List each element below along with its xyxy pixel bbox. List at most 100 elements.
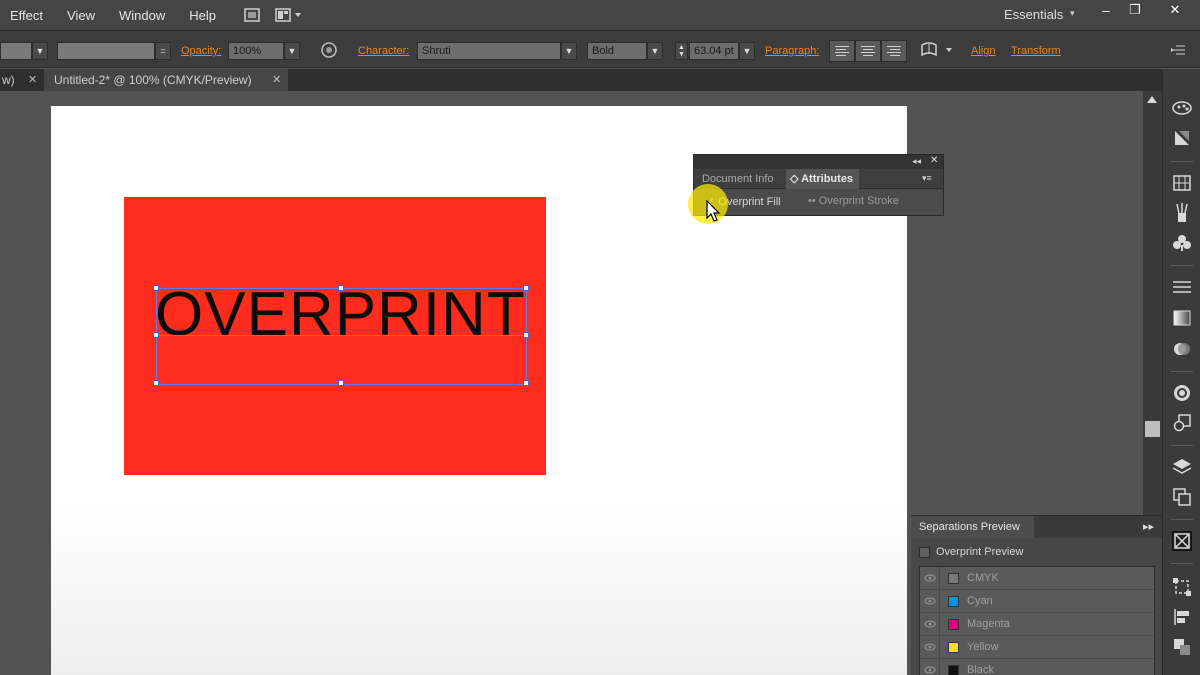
font-family-input[interactable]: Shruti: [417, 42, 561, 60]
collapse-panel-icon[interactable]: ▸▸: [1143, 520, 1154, 533]
document-tab-bar: w) ✕ Untitled-2* @ 100% (CMYK/Preview) ✕: [0, 69, 1162, 91]
opacity-label[interactable]: Opacity:: [181, 42, 221, 60]
gradient-icon[interactable]: [1172, 308, 1192, 328]
tab-attributes-label: Attributes: [801, 173, 854, 185]
color-guide-icon[interactable]: [1172, 97, 1192, 117]
menu-window[interactable]: Window: [119, 8, 165, 23]
resize-handle-w[interactable]: [153, 332, 159, 338]
tab-attributes[interactable]: ◇ Attributes: [786, 169, 860, 189]
style-dropdown[interactable]: =: [155, 42, 171, 60]
arrange-documents-icon[interactable]: [274, 6, 304, 24]
restore-button[interactable]: ❐: [1122, 2, 1148, 18]
symbols-icon[interactable]: [1172, 233, 1192, 253]
resize-handle-sw[interactable]: [153, 380, 159, 386]
attributes-body: ✓ Overprint Fill •• Overprint Stroke: [694, 189, 943, 215]
plates-list: CMYK Cyan Magenta Yellow Black: [919, 566, 1155, 675]
overprint-preview-label: Overprint Preview: [936, 546, 1024, 558]
panel-dock-strip: [1162, 69, 1200, 675]
resize-handle-n[interactable]: [338, 285, 344, 291]
close-tab-icon[interactable]: ✕: [272, 69, 281, 91]
tab-previous-document[interactable]: w) ✕: [0, 69, 44, 91]
tab-previous-label: w): [2, 73, 15, 87]
stroke-panel-icon[interactable]: [1172, 277, 1192, 297]
panel-menu-icon[interactable]: [1170, 43, 1186, 61]
panel-options-menu-icon[interactable]: ▾≡: [922, 173, 932, 184]
character-label[interactable]: Character:: [358, 42, 409, 60]
minimize-button[interactable]: –: [1093, 2, 1119, 18]
separations-preview-icon[interactable]: [1172, 531, 1192, 551]
close-panel-icon[interactable]: ✕: [930, 155, 938, 166]
workspace-switcher[interactable]: Essentials: [1004, 7, 1063, 22]
scroll-up-arrow-icon[interactable]: [1147, 96, 1157, 103]
eye-icon[interactable]: [920, 659, 940, 675]
layers-icon[interactable]: [1172, 457, 1192, 477]
stroke-dropdown[interactable]: ▼: [32, 42, 48, 60]
overprint-preview-row[interactable]: Overprint Preview: [919, 546, 1023, 558]
plate-row-cyan[interactable]: Cyan: [920, 590, 1154, 613]
eye-icon[interactable]: [920, 567, 940, 589]
overprint-stroke-checkbox[interactable]: •• Overprint Stroke: [808, 195, 899, 207]
plate-row-yellow[interactable]: Yellow: [920, 636, 1154, 659]
bridge-icon[interactable]: [242, 6, 262, 24]
font-size-dropdown[interactable]: ▼: [739, 42, 755, 60]
scrollbar-thumb[interactable]: [1145, 421, 1160, 437]
tab-untitled-2[interactable]: Untitled-2* @ 100% (CMYK/Preview) ✕: [44, 69, 288, 91]
menu-view[interactable]: View: [67, 8, 95, 23]
panel-titlebar[interactable]: ◂◂ ✕: [694, 155, 943, 169]
text-bounding-box[interactable]: [153, 285, 529, 386]
style-field[interactable]: [57, 42, 155, 60]
font-size-stepper[interactable]: ▲ ▼: [675, 42, 688, 60]
recolor-icon[interactable]: [320, 41, 338, 59]
menu-effect[interactable]: Effect: [10, 8, 43, 23]
yellow-swatch-icon: [948, 641, 959, 653]
eye-icon[interactable]: [920, 636, 940, 658]
brushes-icon[interactable]: [1172, 203, 1192, 223]
opacity-input[interactable]: 100%: [228, 42, 284, 60]
menu-help[interactable]: Help: [189, 8, 216, 23]
close-tab-icon[interactable]: ✕: [28, 69, 37, 91]
eye-icon[interactable]: [920, 590, 940, 612]
paragraph-label[interactable]: Paragraph:: [765, 42, 819, 60]
resize-handle-s[interactable]: [338, 380, 344, 386]
opacity-dropdown[interactable]: ▼: [284, 42, 300, 60]
appearance-icon[interactable]: [1172, 383, 1192, 403]
swatches-icon[interactable]: [1172, 173, 1192, 193]
align-center-button[interactable]: [855, 40, 881, 62]
stroke-field[interactable]: [0, 42, 32, 60]
align-panel-link[interactable]: Align: [971, 42, 995, 60]
resize-handle-se[interactable]: [523, 380, 529, 386]
separations-title[interactable]: Separations Preview: [911, 516, 1034, 538]
pathfinder-icon[interactable]: [1172, 637, 1192, 657]
font-size-input[interactable]: 63.04 pt: [689, 42, 739, 60]
eye-icon[interactable]: [920, 613, 940, 635]
transparency-icon[interactable]: [1172, 339, 1192, 359]
align-panel-icon[interactable]: [1172, 607, 1192, 627]
font-family-dropdown[interactable]: ▼: [561, 42, 577, 60]
plate-row-magenta[interactable]: Magenta: [920, 613, 1154, 636]
plate-row-black[interactable]: Black: [920, 659, 1154, 675]
resize-handle-ne[interactable]: [523, 285, 529, 291]
color-icon[interactable]: [1172, 128, 1192, 148]
close-window-button[interactable]: ✕: [1162, 2, 1188, 18]
resize-handle-nw[interactable]: [153, 285, 159, 291]
font-style-dropdown[interactable]: ▼: [647, 42, 663, 60]
artboards-icon[interactable]: [1172, 487, 1192, 507]
panel-tabs: Document Info ◇ Attributes ▾≡: [694, 169, 943, 189]
collapse-panel-icon[interactable]: ◂◂: [912, 156, 921, 167]
vertical-scrollbar[interactable]: [1143, 91, 1162, 515]
magenta-swatch-icon: [948, 618, 959, 630]
align-right-button[interactable]: [881, 40, 907, 62]
plate-name: Black: [967, 664, 994, 675]
workspace-chevron-icon[interactable]: ▾: [1070, 8, 1075, 19]
plate-row-cmyk[interactable]: CMYK: [920, 567, 1154, 590]
align-left-button[interactable]: [829, 40, 855, 62]
envelope-distort-icon[interactable]: [920, 41, 954, 59]
transform-panel-icon[interactable]: [1172, 577, 1192, 597]
graphic-styles-icon[interactable]: [1172, 413, 1192, 433]
transform-panel-link[interactable]: Transform: [1011, 42, 1061, 60]
font-style-input[interactable]: Bold: [587, 42, 647, 60]
plate-name: Magenta: [967, 618, 1010, 630]
overprint-preview-checkbox[interactable]: [919, 546, 930, 558]
resize-handle-e[interactable]: [523, 332, 529, 338]
separations-preview-panel: Separations Preview ▸▸ Overprint Preview…: [911, 515, 1162, 675]
